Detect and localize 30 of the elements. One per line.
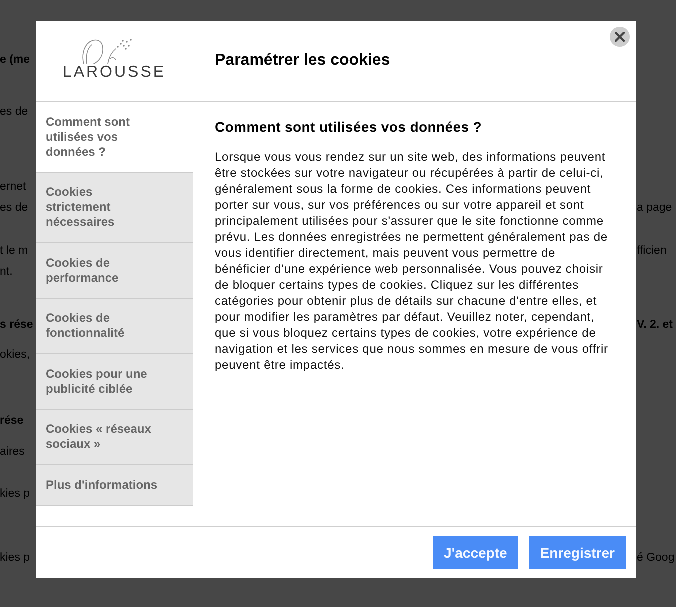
- sidebar-tab[interactable]: Cookies de fonctionnalité: [36, 298, 193, 354]
- page-text: aires: [0, 445, 25, 460]
- sidebar-tab[interactable]: Plus d'informations: [36, 465, 193, 506]
- close-icon: [615, 32, 625, 42]
- save-button[interactable]: Enregistrer: [529, 536, 626, 569]
- page-text: t le m: [0, 244, 28, 259]
- sidebar-tab[interactable]: Cookies de performance: [36, 243, 193, 298]
- page-text: kies p: [0, 551, 30, 566]
- page-text: kies p: [0, 487, 30, 502]
- logo-wordmark: LAROUSSE: [62, 65, 166, 81]
- page-text: fficien: [637, 244, 667, 259]
- sidebar-tab[interactable]: Cookies « réseaux sociaux »: [36, 410, 193, 465]
- page-text: ernet: [0, 180, 26, 195]
- page-heading: V. 2. et: [637, 318, 674, 333]
- page-heading: s rése: [0, 318, 34, 333]
- sidebar-tab[interactable]: Cookies strictement nécessaires: [36, 172, 193, 243]
- page-text: es de: [0, 105, 28, 120]
- page-heading: rése: [0, 414, 24, 429]
- page-heading: e (me: [0, 53, 30, 68]
- page-text: é Goog: [637, 551, 675, 566]
- page-text: a page: [637, 201, 672, 216]
- sidebar-tab[interactable]: Cookies pour une publicité ciblée: [36, 354, 193, 410]
- dialog-title: Paramétrer les cookies: [215, 52, 390, 70]
- page-text: okies,: [0, 348, 30, 363]
- section-paragraph: Lorsque vous vous rendez sur un site web, des informations peuvent être stockées sur votre navigateur ou récupérées à partir de celui-ci, généralement sous la forme de cookies. Ces informations peuvent porter sur vous, sur vos préférences ou sur votre appareil et sont principalement utilisées pour s'assurer que le site fonctionne comme prévu. Les données enregistrées ne permettent généralement pas de vous identifier directement, mais peuvent vous permettre de bénéficier d'une expérience web personnalisée. Vous pouvez choisir de bloquer certains types de cookies. Cliquez sur les différentes catégories pour obtenir plus de détails sur chacune d'entre elles, et pour modifier les paramètres par défaut. Veuillez noter, cependant, que si vous bloquez certains types de cookies, votre expérience de navigation et les services que nous sommes en mesure de vous offrir peuvent être impactés.: [215, 149, 610, 373]
- page-text: es de: [0, 201, 28, 216]
- section-heading: Comment sont utilisées vos données ?: [215, 119, 484, 135]
- close-button[interactable]: [610, 27, 630, 47]
- page-text: nt.: [0, 265, 13, 280]
- accept-button[interactable]: J'accepte: [433, 536, 518, 569]
